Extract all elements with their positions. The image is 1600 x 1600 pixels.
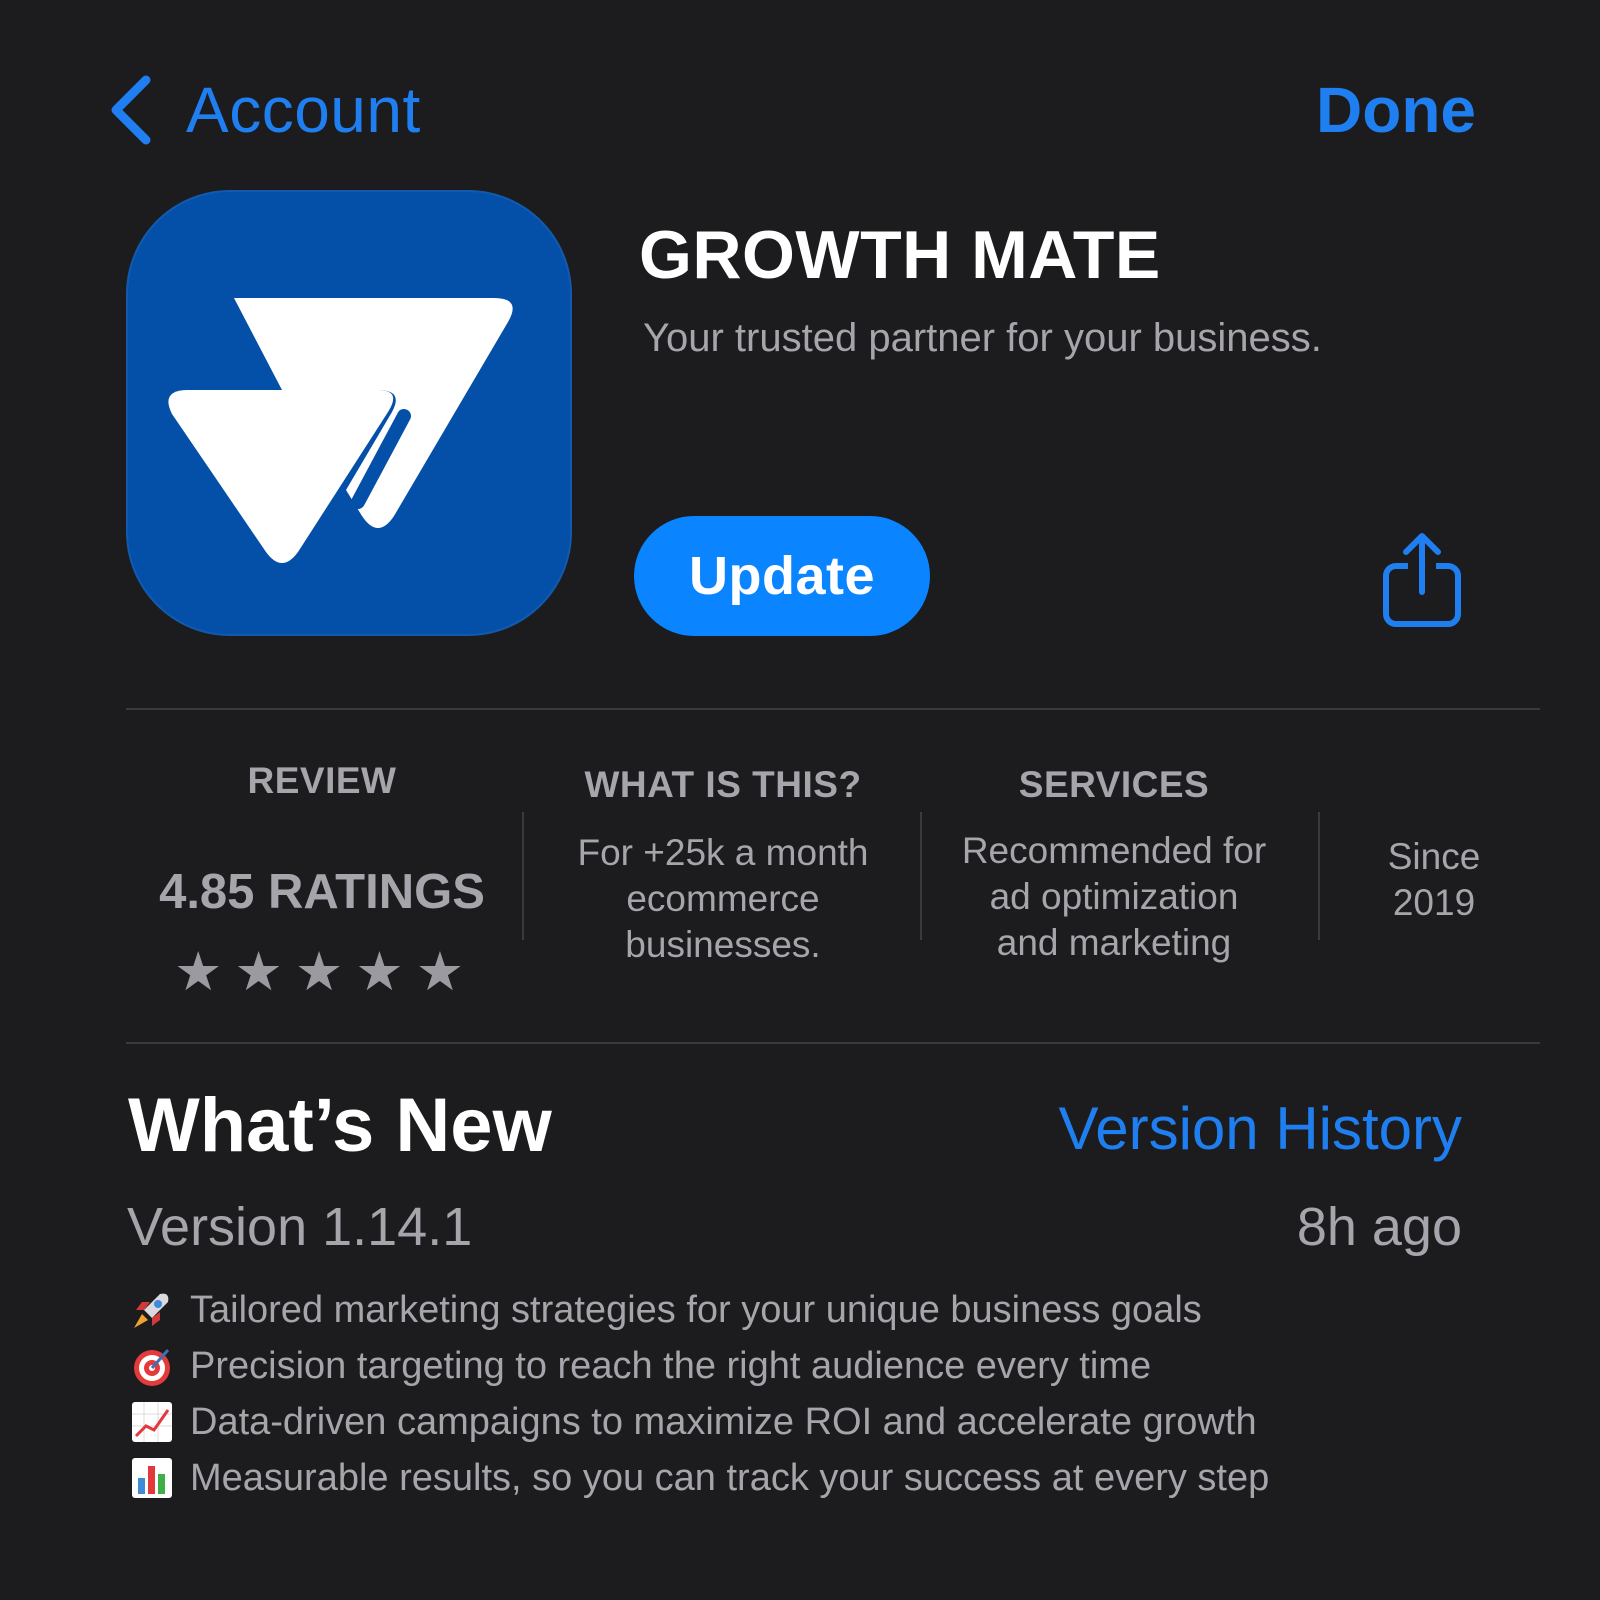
version-history-link[interactable]: Version History — [1059, 1094, 1462, 1163]
since-line: Since — [1387, 836, 1481, 877]
star-icon: ★ — [355, 942, 404, 1002]
whats-new-title: What’s New — [128, 1083, 552, 1168]
share-icon — [1383, 533, 1461, 627]
services-line: and marketing — [996, 922, 1232, 963]
since-text: Since 2019 — [1324, 834, 1544, 926]
release-note-text: Measurable results, so you can track you… — [190, 1457, 1270, 1499]
chevron-left-icon — [111, 75, 151, 145]
list-item: Data-driven campaigns to maximize ROI an… — [130, 1394, 1269, 1450]
back-button[interactable]: Account — [108, 72, 421, 148]
back-label: Account — [186, 74, 421, 146]
release-notes: Tailored marketing strategies for your u… — [130, 1282, 1269, 1506]
services-line: ad optimization — [989, 876, 1239, 917]
services-heading: SERVICES — [1018, 764, 1210, 805]
about-line: businesses. — [625, 924, 821, 965]
review-heading: REVIEW — [247, 760, 397, 801]
growth-mate-logo-icon — [168, 298, 513, 563]
about-text: For +25k a month ecommerce businesses. — [530, 830, 916, 968]
app-icon — [126, 190, 572, 636]
update-button[interactable]: Update — [634, 516, 930, 636]
release-note-text: Precision targeting to reach the right a… — [190, 1345, 1152, 1387]
list-item: Measurable results, so you can track you… — [130, 1450, 1269, 1506]
column-divider — [1318, 812, 1320, 940]
about-line: ecommerce — [626, 878, 820, 919]
star-icon: ★ — [234, 942, 283, 1002]
done-button[interactable]: Done — [1316, 72, 1476, 148]
since-line: 2019 — [1392, 882, 1476, 923]
target-icon — [130, 1344, 174, 1388]
release-note-text: Tailored marketing strategies for your u… — [190, 1289, 1202, 1331]
rating-value: 4.85 RATINGS — [159, 865, 485, 919]
star-icon: ★ — [174, 942, 223, 1002]
app-title: GROWTH MATE — [639, 217, 1161, 293]
column-divider — [920, 812, 922, 940]
version-number: Version 1.14.1 — [127, 1197, 473, 1257]
divider — [126, 708, 1540, 710]
list-item: Tailored marketing strategies for your u… — [130, 1282, 1269, 1338]
star-icon: ★ — [415, 942, 465, 1002]
divider — [126, 1042, 1540, 1044]
trend-chart-icon — [130, 1400, 174, 1444]
release-note-text: Data-driven campaigns to maximize ROI an… — [190, 1401, 1257, 1443]
app-subtitle: Your trusted partner for your business. — [643, 316, 1322, 360]
version-timestamp: 8h ago — [1296, 1197, 1462, 1257]
services-line: Recommended for — [961, 830, 1267, 871]
star-rating: ★ ★ ★ ★ ★ — [174, 944, 464, 1000]
list-item: Precision targeting to reach the right a… — [130, 1338, 1269, 1394]
bar-chart-icon — [130, 1456, 174, 1500]
about-line: For +25k a month — [577, 832, 869, 873]
rocket-icon — [130, 1288, 174, 1332]
services-text: Recommended for ad optimization and mark… — [924, 828, 1304, 966]
share-button[interactable] — [1378, 532, 1466, 628]
about-heading: WHAT IS THIS? — [584, 764, 862, 805]
star-icon: ★ — [294, 942, 344, 1002]
column-divider — [522, 812, 524, 940]
